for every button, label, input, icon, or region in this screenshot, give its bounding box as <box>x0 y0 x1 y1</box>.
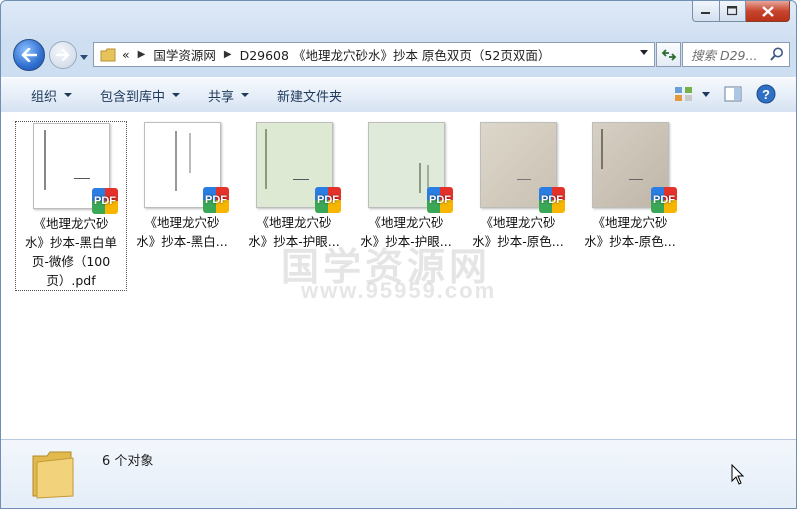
file-item[interactable]: PDF 《地理龙穴砂 水》抄本-护眼... <box>351 121 461 251</box>
share-menu[interactable]: 共享 <box>194 78 263 112</box>
chevron-down-icon <box>241 93 250 97</box>
file-list[interactable]: 国学资源网 www.95959.com PDF 《地理龙穴砂 水》抄本-黑白单 … <box>1 112 796 439</box>
file-thumbnail: PDF <box>26 122 118 214</box>
chevron-down-icon <box>702 91 710 97</box>
search-icon[interactable] <box>770 47 784 61</box>
share-label: 共享 <box>208 89 235 105</box>
pdf-badge-label: PDF <box>205 194 227 206</box>
recent-pages-button[interactable] <box>80 49 88 63</box>
arrow-right-icon <box>56 49 70 61</box>
command-bar: 组织 包含到库中 共享 新建文件夹 ? <box>1 77 796 113</box>
file-item[interactable]: PDF 《地理龙穴砂 水》抄本-黑白... <box>127 121 237 251</box>
search-input[interactable]: 搜索 D29... <box>682 42 790 67</box>
organize-menu[interactable]: 组织 <box>1 78 86 112</box>
pdf-badge-label: PDF <box>541 194 563 206</box>
breadcrumb-separator[interactable]: ▶ <box>138 49 146 60</box>
back-button[interactable] <box>13 39 45 71</box>
address-dropdown-icon[interactable] <box>640 50 648 55</box>
caption-buttons <box>692 1 790 22</box>
include-in-library-label: 包含到库中 <box>100 89 166 105</box>
chevron-down-icon <box>64 93 73 97</box>
close-button[interactable] <box>746 1 790 22</box>
file-name: 《地理龙穴砂 水》抄本-原色... <box>472 215 564 249</box>
chevron-down-icon <box>172 93 181 97</box>
maximize-button[interactable] <box>720 1 746 22</box>
file-name: 《地理龙穴砂 水》抄本-护眼... <box>360 215 452 249</box>
view-options-icon <box>675 87 692 101</box>
file-thumbnail: PDF <box>585 121 677 213</box>
forward-button[interactable] <box>49 41 77 69</box>
file-name: 《地理龙穴砂 水》抄本-原色... <box>584 215 676 249</box>
file-thumbnail: PDF <box>361 121 453 213</box>
explorer-window: « ▶ 国学资源网 ▶ D29608 《地理龙穴砂水》抄本 原色双页（52页双面… <box>0 0 797 509</box>
breadcrumb: « ▶ 国学资源网 ▶ D29608 《地理龙穴砂水》抄本 原色双页（52页双面… <box>122 45 550 64</box>
include-in-library-menu[interactable]: 包含到库中 <box>86 78 194 112</box>
file-thumbnail: PDF <box>249 121 341 213</box>
file-name: 《地理龙穴砂 水》抄本-黑白单 页-微修（100 页）.pdf <box>24 216 117 288</box>
pdf-icon: PDF <box>539 187 565 213</box>
new-folder-button[interactable]: 新建文件夹 <box>263 78 356 112</box>
navigation-bar: « ▶ 国学资源网 ▶ D29608 《地理龙穴砂水》抄本 原色双页（52页双面… <box>1 37 796 71</box>
pdf-badge-label: PDF <box>94 195 116 207</box>
new-folder-label: 新建文件夹 <box>277 89 343 105</box>
pdf-badge-label: PDF <box>429 194 451 206</box>
arrow-left-icon <box>21 48 37 62</box>
pdf-icon: PDF <box>203 187 229 213</box>
svg-text:?: ? <box>762 87 770 102</box>
help-icon[interactable]: ? <box>756 84 776 104</box>
file-thumbnail: PDF <box>473 121 565 213</box>
file-thumbnail: PDF <box>137 121 229 213</box>
breadcrumb-overflow[interactable]: « <box>122 47 130 62</box>
refresh-icon <box>661 48 676 61</box>
file-name: 《地理龙穴砂 水》抄本-黑白... <box>136 215 228 249</box>
address-bar[interactable]: « ▶ 国学资源网 ▶ D29608 《地理龙穴砂水》抄本 原色双页（52页双面… <box>93 42 655 67</box>
minimize-icon <box>701 12 710 14</box>
folder-large-icon <box>32 451 74 499</box>
pdf-badge-label: PDF <box>317 194 339 206</box>
minimize-button[interactable] <box>692 1 720 22</box>
file-item[interactable]: PDF 《地理龙穴砂 水》抄本-原色... <box>575 121 685 251</box>
close-icon <box>761 5 774 17</box>
change-view-button[interactable] <box>674 86 710 102</box>
pdf-icon: PDF <box>315 187 341 213</box>
chevron-down-icon <box>80 55 88 60</box>
search-placeholder: 搜索 D29... <box>691 48 758 63</box>
preview-pane-icon[interactable] <box>724 86 742 102</box>
breadcrumb-separator[interactable]: ▶ <box>224 49 232 60</box>
pdf-icon: PDF <box>92 188 118 214</box>
file-item[interactable]: PDF 《地理龙穴砂 水》抄本-护眼... <box>239 121 349 251</box>
folder-icon <box>100 48 116 61</box>
file-name: 《地理龙穴砂 水》抄本-护眼... <box>248 215 340 249</box>
file-item[interactable]: PDF 《地理龙穴砂 水》抄本-原色... <box>463 121 573 251</box>
pdf-badge-label: PDF <box>653 194 675 206</box>
maximize-icon <box>727 6 738 16</box>
view-controls: ? <box>674 84 776 104</box>
organize-label: 组织 <box>31 89 58 105</box>
details-pane: 6 个对象 <box>1 439 796 508</box>
breadcrumb-current[interactable]: D29608 《地理龙穴砂水》抄本 原色双页（52页双面） <box>240 45 551 64</box>
breadcrumb-root[interactable]: 国学资源网 <box>153 45 216 64</box>
pdf-icon: PDF <box>651 187 677 213</box>
mouse-cursor-icon <box>731 464 745 485</box>
pdf-icon: PDF <box>427 187 453 213</box>
watermark-url: www.95959.com <box>301 278 497 303</box>
file-item[interactable]: PDF 《地理龙穴砂 水》抄本-黑白单 页-微修（100 页）.pdf <box>15 121 127 291</box>
refresh-button[interactable] <box>656 42 681 67</box>
item-count: 6 个对象 <box>102 454 154 469</box>
